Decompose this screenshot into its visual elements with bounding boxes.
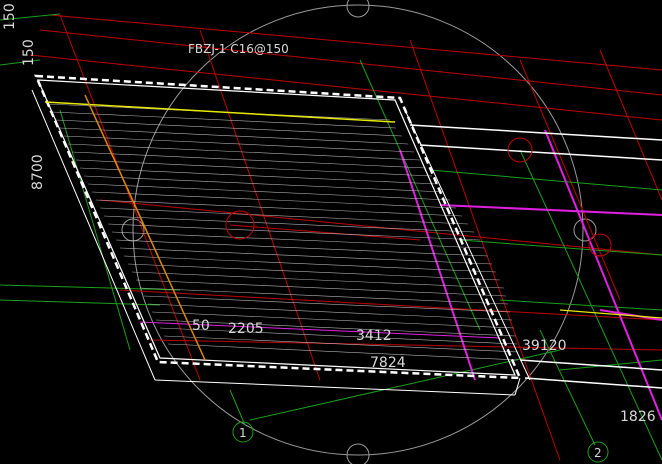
svg-text:1: 1 (239, 426, 247, 440)
axis-marker-1[interactable]: 1 (232, 421, 254, 443)
slab-hatch (47, 103, 519, 361)
dim-left-small: 50 (192, 318, 210, 334)
green-grid-lines (0, 13, 662, 461)
red-markers (225, 137, 612, 257)
circle-handle-bottom[interactable] (346, 443, 370, 464)
dim-right-1: 39120 (522, 338, 567, 354)
dim-top-left-a: 150 (2, 3, 18, 30)
dim-bottom-1: 2205 (228, 321, 264, 337)
dim-bottom-2: 3412 (356, 328, 392, 344)
dim-bottom-3: 7824 (370, 355, 406, 371)
slab-outline[interactable] (31, 74, 662, 396)
magenta-lines (139, 129, 662, 421)
rebar-label[interactable]: FBZJ-1 C16@150 (188, 42, 289, 56)
cad-drawing[interactable]: FBZJ-1 C16@150 150 150 8700 50 2205 3412… (0, 0, 662, 464)
axis-marker-2[interactable]: 2 (587, 441, 609, 463)
svg-text:2: 2 (594, 446, 602, 460)
circle-handle-top[interactable] (346, 0, 370, 18)
dim-left-vertical: 8700 (30, 154, 46, 190)
cad-viewport[interactable]: FBZJ-1 C16@150 150 150 8700 50 2205 3412… (0, 0, 662, 464)
dim-right-2: 1826 (620, 409, 656, 425)
dim-top-left-b: 150 (21, 39, 37, 66)
